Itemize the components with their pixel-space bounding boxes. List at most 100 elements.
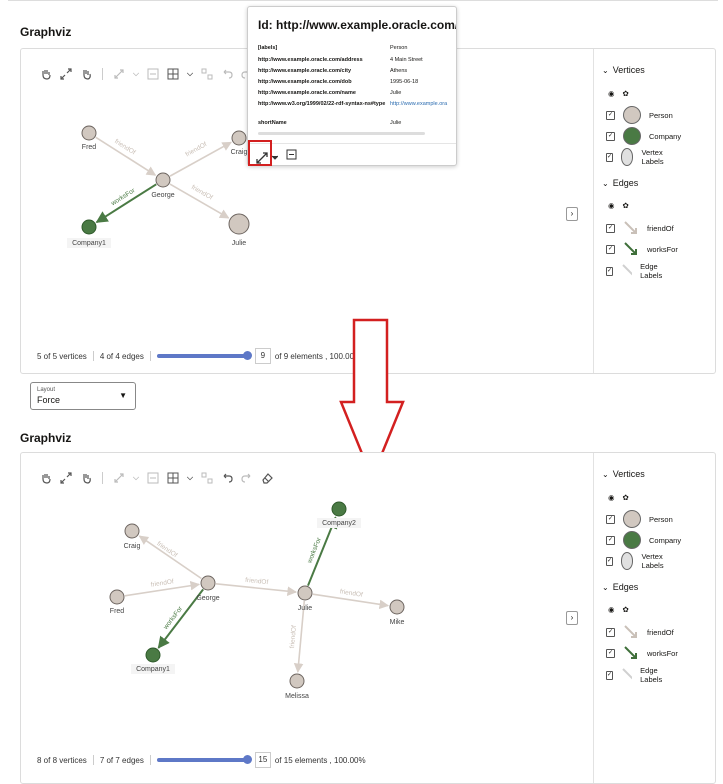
popup-title: Id: http://www.example.oracle.com/J... xyxy=(258,18,457,32)
node-julie[interactable] xyxy=(297,585,313,601)
graph-canvas-bottom[interactable]: friendOffriendOf friendOfworksForworksFor… xyxy=(21,453,573,783)
legend-edge-labels[interactable]: ✓ Edge Labels xyxy=(606,262,669,280)
legend-collapse-button[interactable]: › xyxy=(566,611,578,625)
legend-vertex-company[interactable]: ✓ Company xyxy=(606,531,681,549)
checkbox[interactable]: ✓ xyxy=(606,556,614,566)
node-melissa[interactable] xyxy=(289,673,305,689)
eye-icon[interactable]: ◉ xyxy=(608,201,615,210)
legend-edge-labels[interactable]: ✓ Edge Labels xyxy=(606,666,669,684)
worksfor-arrow-icon xyxy=(624,646,637,659)
eye-icon[interactable]: ◉ xyxy=(608,493,615,502)
edges-header[interactable]: ⌄ Edges xyxy=(602,178,638,188)
node-george[interactable] xyxy=(155,172,171,188)
elements-input[interactable]: 15 xyxy=(254,752,271,768)
graph-panel-bottom: friendOf friendOf friendOf worksFor worksFor… xyxy=(20,452,716,784)
edge-label: friendOf xyxy=(289,625,298,649)
property-row: http://www.example.oracle.com/dob 1995-06… xyxy=(258,79,456,85)
property-value: 4 Main Street xyxy=(390,57,423,63)
layout-select[interactable]: Layout Force ▼ xyxy=(30,382,136,410)
chevron-down-icon[interactable] xyxy=(272,155,278,161)
property-row: shortName Julie xyxy=(258,120,456,126)
friendof-arrow-icon xyxy=(624,625,637,638)
edge-label: worksFor xyxy=(306,536,323,565)
elements-slider[interactable] xyxy=(156,755,252,764)
property-value: Athens xyxy=(390,68,408,74)
top-divider xyxy=(8,0,718,4)
node-label: George xyxy=(151,192,174,199)
edge-label: friendOf xyxy=(184,141,208,158)
node-julie[interactable] xyxy=(228,213,250,235)
checkbox[interactable]: ✓ xyxy=(606,266,614,276)
legend-edge-friendof[interactable]: ✓ friendOf xyxy=(606,220,674,236)
dropdown-caret-icon: ▼ xyxy=(119,391,127,400)
legend-vertex-person[interactable]: ✓ Person xyxy=(606,106,673,124)
palette-icon[interactable]: ✿ xyxy=(623,201,629,210)
checkbox[interactable]: ✓ xyxy=(606,627,615,637)
edge-count: 7 of 7 edges xyxy=(99,755,144,765)
edges-header[interactable]: ⌄ Edges xyxy=(602,582,638,592)
node-fred[interactable] xyxy=(109,589,125,605)
legend-vertex-labels[interactable]: ✓ Vertex Labels xyxy=(606,148,671,166)
legend-edge-worksfor[interactable]: ✓ worksFor xyxy=(606,241,678,257)
company-swatch xyxy=(623,531,641,549)
node-label: Company2 xyxy=(322,520,356,527)
palette-icon[interactable]: ✿ xyxy=(623,89,629,98)
legend-vertex-labels[interactable]: ✓ Vertex Labels xyxy=(606,552,671,570)
popup-scrollbar[interactable] xyxy=(258,132,425,135)
checkbox[interactable]: ✓ xyxy=(606,535,615,545)
checkbox[interactable]: ✓ xyxy=(606,648,615,658)
node-label: Fred xyxy=(110,608,125,615)
checkbox[interactable]: ✓ xyxy=(606,223,615,233)
node-label: Julie xyxy=(232,240,247,247)
property-key: http://www.example.oracle.com/name xyxy=(258,90,356,96)
node-company2[interactable] xyxy=(331,501,347,517)
node-mike[interactable] xyxy=(389,599,405,615)
node-fred[interactable] xyxy=(81,125,97,141)
expand-highlight-box xyxy=(248,140,272,166)
palette-icon[interactable]: ✿ xyxy=(623,605,629,614)
legend-vertex-company[interactable]: ✓ Company xyxy=(606,127,681,145)
property-value: Julie xyxy=(390,90,402,96)
legend-edge-worksfor[interactable]: ✓ worksFor xyxy=(606,645,678,661)
node-label: Mike xyxy=(390,619,405,626)
page-title-top: Graphviz xyxy=(20,25,72,39)
edge-friendOf[interactable] xyxy=(215,583,298,596)
checkbox[interactable]: ✓ xyxy=(606,110,615,120)
vertices-header[interactable]: ⌄ Vertices xyxy=(602,469,645,479)
edge-friendOf[interactable] xyxy=(138,535,202,580)
checkbox[interactable]: ✓ xyxy=(606,670,614,680)
node-craig[interactable] xyxy=(231,130,247,146)
legend-vertex-person[interactable]: ✓ Person xyxy=(606,510,673,528)
legend-edge-friendof[interactable]: ✓ friendOf xyxy=(606,624,674,640)
vertices-header[interactable]: ⌄ Vertices xyxy=(602,65,645,75)
layout-select-value: Force xyxy=(37,395,61,405)
node-company1[interactable] xyxy=(145,647,161,663)
vertex-visibility-controls: ◉ ✿ xyxy=(608,493,629,502)
edge-label: friendOf xyxy=(150,578,174,588)
checkbox[interactable]: ✓ xyxy=(606,244,615,254)
node-label: Fred xyxy=(82,144,97,151)
collapse-icon[interactable] xyxy=(286,149,298,161)
node-george[interactable] xyxy=(200,575,216,591)
checkbox[interactable]: ✓ xyxy=(606,131,615,141)
legend-collapse-button[interactable]: › xyxy=(566,207,578,221)
company-swatch xyxy=(623,127,641,145)
property-row: http://www.example.oracle.com/name Julie xyxy=(258,90,456,96)
elements-slider[interactable] xyxy=(156,351,252,360)
popup-divider xyxy=(248,143,456,144)
checkbox[interactable]: ✓ xyxy=(606,152,614,162)
node-company1[interactable] xyxy=(81,219,97,235)
elements-input[interactable]: 9 xyxy=(254,348,271,364)
eye-icon[interactable]: ◉ xyxy=(608,605,615,614)
node-label: Julie xyxy=(298,605,313,612)
edge-label: friendOf xyxy=(245,577,269,586)
node-craig[interactable] xyxy=(124,523,140,539)
vertex-count: 8 of 8 vertices xyxy=(37,755,87,765)
edge-visibility-controls: ◉ ✿ xyxy=(608,605,629,614)
property-value[interactable]: http://www.example.ora xyxy=(390,101,456,107)
edge-labels-line-icon xyxy=(622,668,633,680)
checkbox[interactable]: ✓ xyxy=(606,514,615,524)
node-label: Craig xyxy=(231,149,248,156)
eye-icon[interactable]: ◉ xyxy=(608,89,615,98)
palette-icon[interactable]: ✿ xyxy=(623,493,629,502)
